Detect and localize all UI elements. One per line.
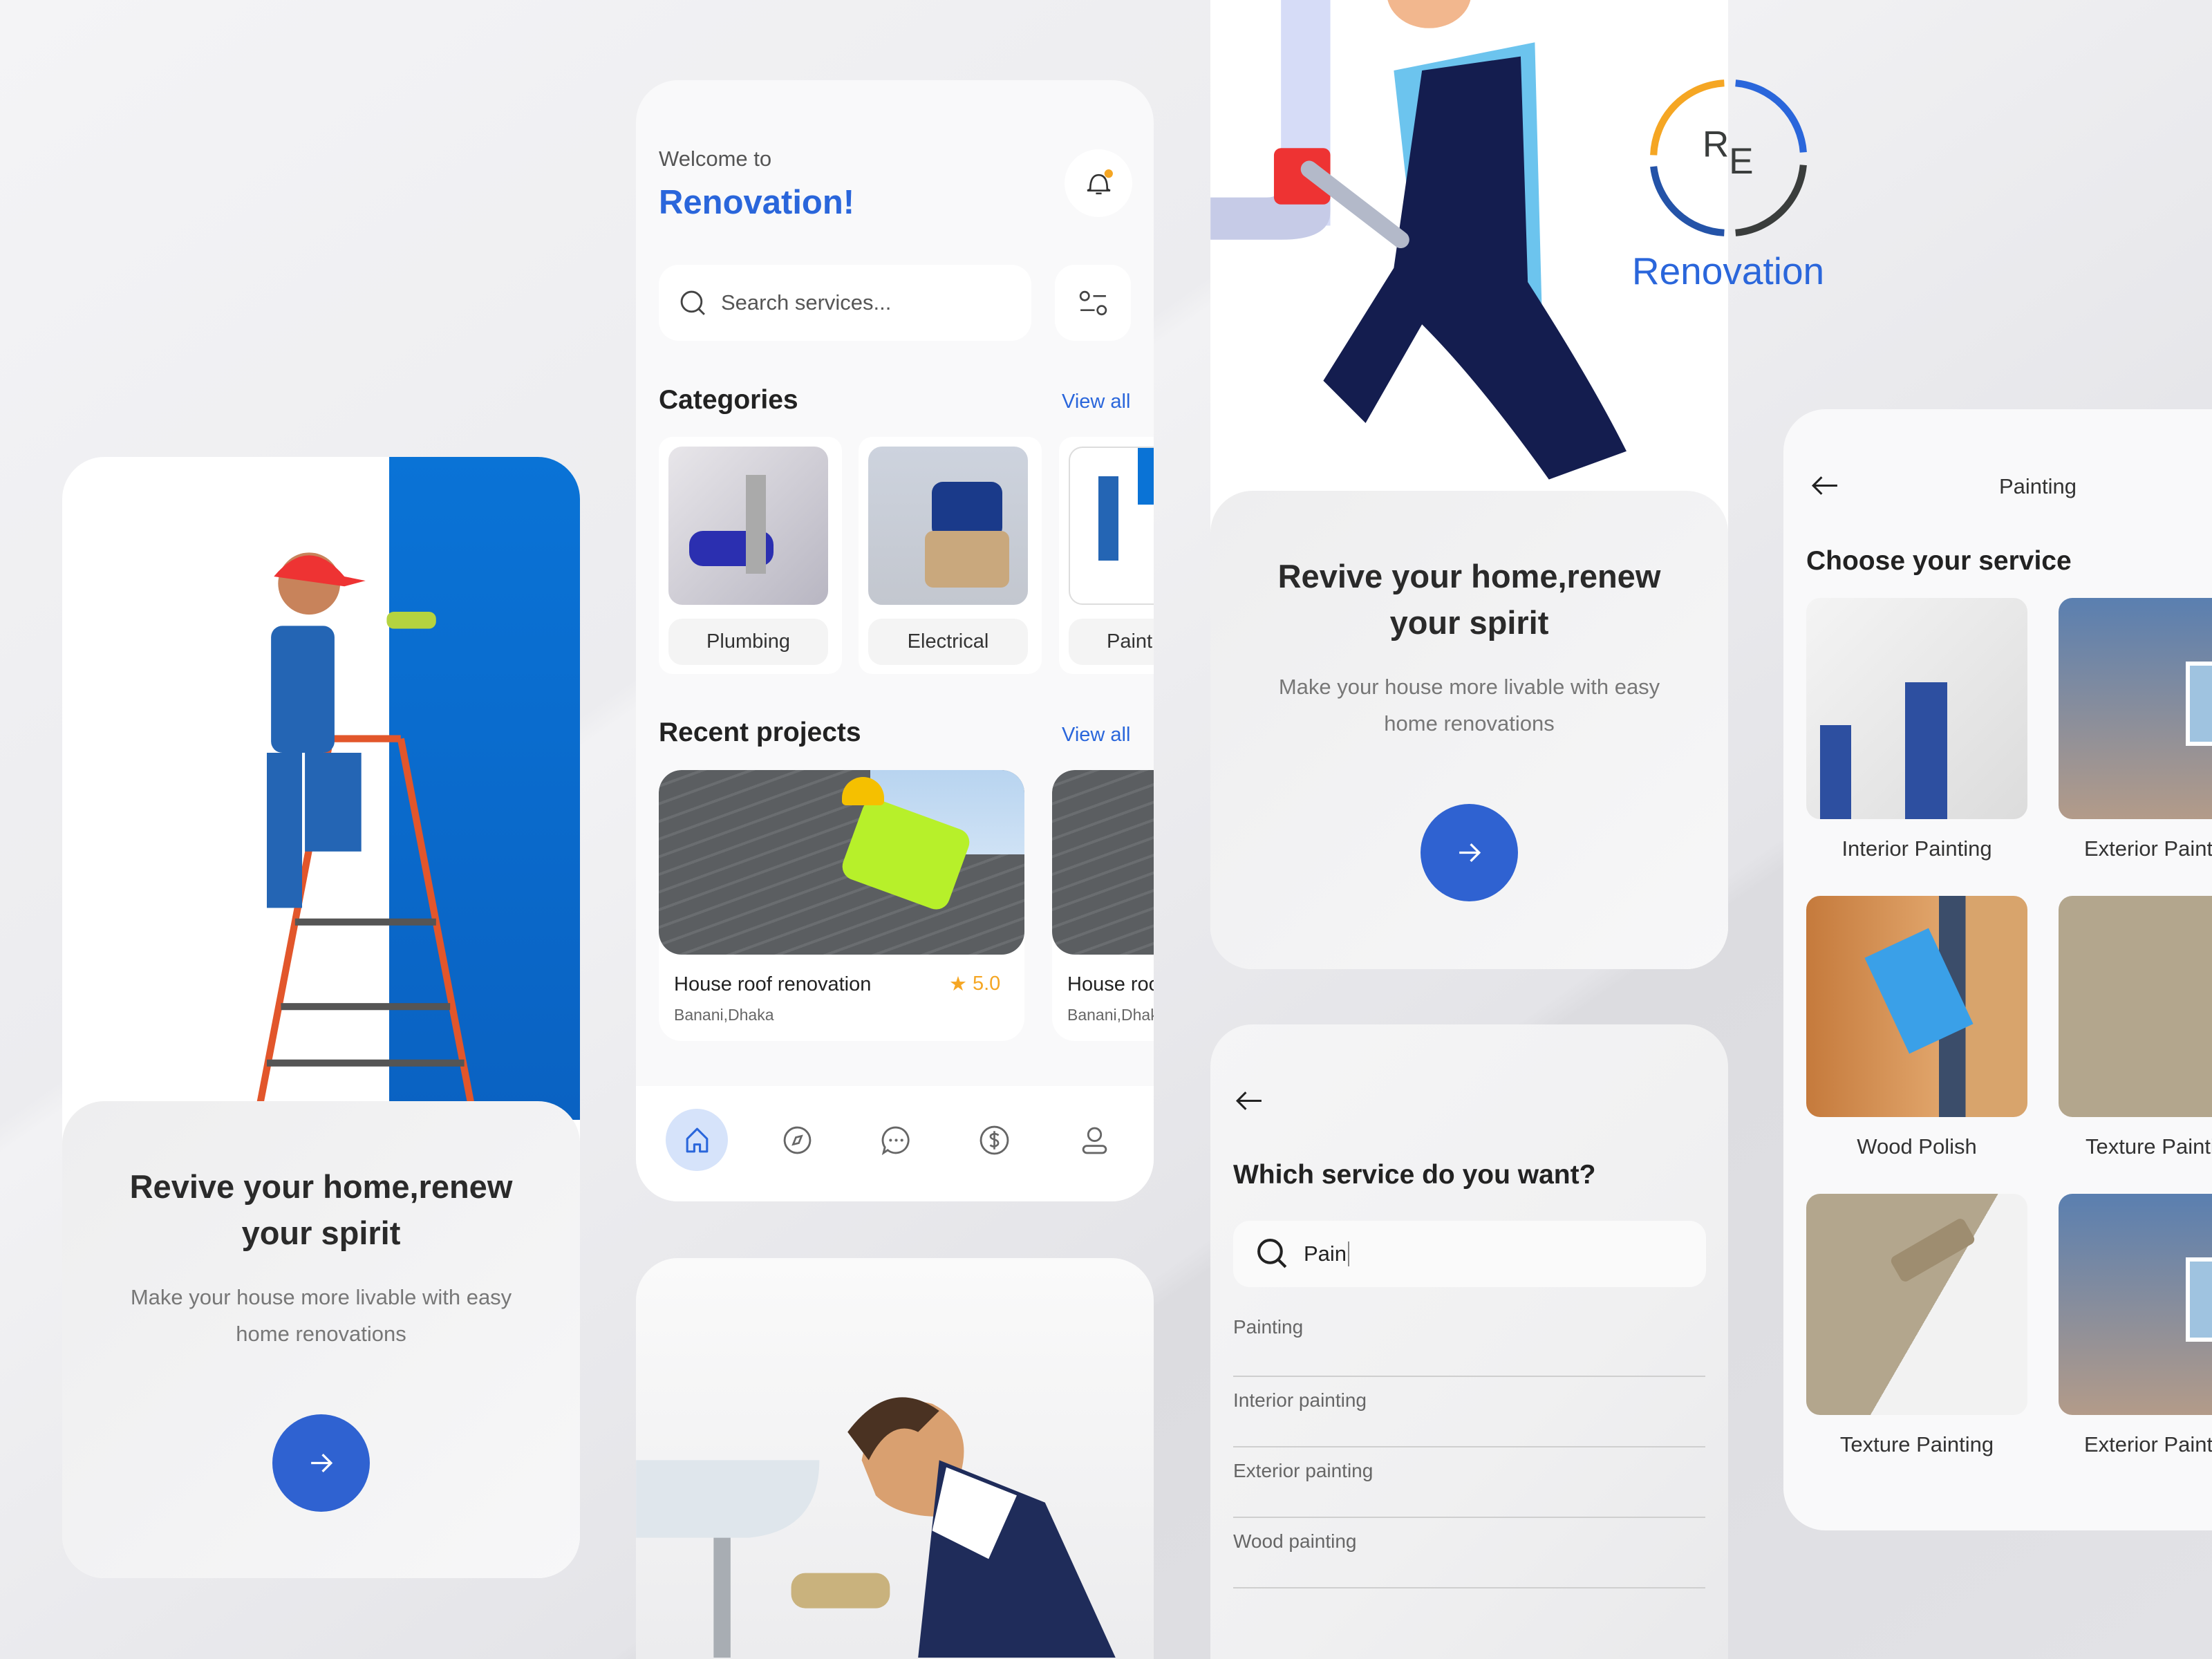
logo-name: Renovation <box>1631 250 1825 292</box>
search-result-item[interactable]: Exterior painting <box>1233 1447 1705 1518</box>
renovation-logo: R E Renovation <box>1622 71 1834 310</box>
app-title: Renovation! <box>659 184 855 221</box>
search-placeholder: Search services... <box>721 290 892 315</box>
category-plumbing[interactable]: Plumbing <box>659 437 842 674</box>
search-result-item[interactable]: Interior painting <box>1233 1377 1705 1447</box>
project-location: Banani,Dhaka <box>1067 1006 1154 1024</box>
svg-text:R: R <box>1703 124 1729 165</box>
choose-service-title: Choose your service <box>1806 546 2072 576</box>
interior-painting-image[interactable] <box>1806 598 2027 819</box>
search-icon <box>680 290 705 315</box>
categories-view-all-link[interactable]: View all <box>1062 391 1130 413</box>
category-painting[interactable]: Painting <box>1059 437 1154 674</box>
title-line: your spirit <box>241 1215 401 1251</box>
roof-image <box>659 770 1024 955</box>
arrow-right-icon <box>1459 843 1481 862</box>
nav-messages[interactable] <box>865 1109 927 1171</box>
onboarding-card: Revive your home,renew your spirit Make y… <box>62 457 580 1578</box>
service-label: Texture Painting <box>1839 1432 1994 1456</box>
plumber-card <box>636 1258 1154 1659</box>
recent-projects-heading: Recent projects <box>659 718 861 747</box>
nav-payments[interactable] <box>963 1109 1025 1171</box>
search-query: Pain <box>1304 1241 1350 1266</box>
dollar-icon <box>980 1125 1009 1154</box>
search-result-item[interactable]: Wood painting <box>1233 1518 1705 1588</box>
category-electrical[interactable]: Electrical <box>859 437 1042 674</box>
subtitle-line: Make your house more livable with easy <box>1278 675 1660 699</box>
service-label: Texture Painting <box>2086 1134 2212 1159</box>
compass-icon <box>783 1126 811 1154</box>
next-button[interactable] <box>272 1414 370 1512</box>
search-result-item[interactable]: Painting <box>1233 1306 1705 1377</box>
nav-explore[interactable] <box>766 1109 828 1171</box>
projects-view-all-link[interactable]: View all <box>1062 724 1130 747</box>
project-title: House roof renovation <box>674 973 872 995</box>
screen-header: Painting <box>1999 474 2077 498</box>
home-screen: Welcome to Renovation! Search services..… <box>636 80 1154 1201</box>
category-label: Plumbing <box>668 619 828 665</box>
service-search-input[interactable]: Pain <box>1233 1221 1706 1287</box>
chat-icon <box>881 1126 910 1155</box>
exterior-painting-image[interactable] <box>2059 598 2212 819</box>
title-line: your spirit <box>1389 604 1549 641</box>
search-icon <box>1257 1238 1287 1268</box>
service-search-screen: Which service do you want? Pain Painting… <box>1210 1024 1728 1659</box>
subtitle-line: Make your house more livable with easy <box>130 1285 512 1309</box>
onboarding-title: Revive your home,renew your spirit <box>1210 553 1728 646</box>
welcome-text: Welcome to <box>659 147 772 171</box>
onboarding-title: Revive your home,renew your spirit <box>62 1163 580 1256</box>
project-title: House roof renovation <box>1067 973 1154 995</box>
logo-ring: R E <box>1650 79 1807 236</box>
onboarding-subtitle: Make your house more livable with easy ho… <box>1210 668 1728 742</box>
profile-icon <box>1082 1127 1107 1154</box>
category-label: Electrical <box>868 619 1028 665</box>
search-input[interactable]: Search services... <box>659 265 1031 341</box>
back-arrow-icon[interactable] <box>1233 1088 1264 1114</box>
painting-services-screen: Painting Choose your service Interior Pa… <box>1783 409 2212 1530</box>
nav-profile[interactable] <box>1063 1109 1125 1171</box>
nav-home[interactable] <box>666 1109 728 1171</box>
plumber-illustration <box>636 1397 1116 1658</box>
wood-polish-image[interactable] <box>1806 896 2027 1117</box>
back-arrow-icon[interactable] <box>1809 473 1840 498</box>
service-label: Exterior Painting <box>2084 1432 2212 1456</box>
subtitle-line: home renovations <box>236 1322 406 1346</box>
category-label: Painting <box>1069 619 1154 665</box>
bell-icon <box>1087 169 1113 194</box>
rating-value: 5.0 <box>973 973 1001 995</box>
service-label: Wood Polish <box>1857 1134 1977 1159</box>
arrow-right-icon <box>311 1454 333 1472</box>
svg-text:E: E <box>1729 141 1753 182</box>
notification-button[interactable] <box>1065 149 1132 217</box>
home-icon <box>686 1127 708 1152</box>
bottom-nav <box>636 1086 1154 1201</box>
subtitle-line: home renovations <box>1384 711 1555 735</box>
canvas: Revive your home,renew your spirit Make y… <box>0 0 2212 1659</box>
project-card[interactable]: House roof renovation Banani,Dhaka <box>1052 770 1154 1041</box>
project-location: Banani,Dhaka <box>674 1006 774 1024</box>
onboarding-subtitle: Make your house more livable with easy ho… <box>62 1279 580 1352</box>
title-line: Revive your home,renew <box>129 1168 513 1205</box>
project-card[interactable]: House roof renovation Banani,Dhaka ★ 5.0 <box>659 770 1024 1041</box>
electrical-image <box>868 447 1028 605</box>
star-icon: ★ <box>949 973 967 995</box>
categories-heading: Categories <box>659 385 798 415</box>
next-button[interactable] <box>1421 804 1518 901</box>
service-label: Exterior Painting <box>2084 836 2212 861</box>
texture-painting-image[interactable] <box>2059 896 2212 1117</box>
painter-illustration <box>256 552 475 1105</box>
painting-image <box>1069 447 1154 605</box>
filter-button[interactable] <box>1055 265 1131 341</box>
roof-image <box>1052 770 1154 955</box>
service-label: Interior Painting <box>1841 836 1992 861</box>
project-rating: ★ 5.0 <box>949 972 1000 996</box>
service-search-title: Which service do you want? <box>1233 1160 1596 1190</box>
texture-painting-image[interactable] <box>1806 1194 2027 1415</box>
filter-icon <box>1079 290 1107 315</box>
plumbing-image <box>668 447 828 605</box>
title-line: Revive your home,renew <box>1277 558 1661 594</box>
exterior-painting-image[interactable] <box>2059 1194 2212 1415</box>
